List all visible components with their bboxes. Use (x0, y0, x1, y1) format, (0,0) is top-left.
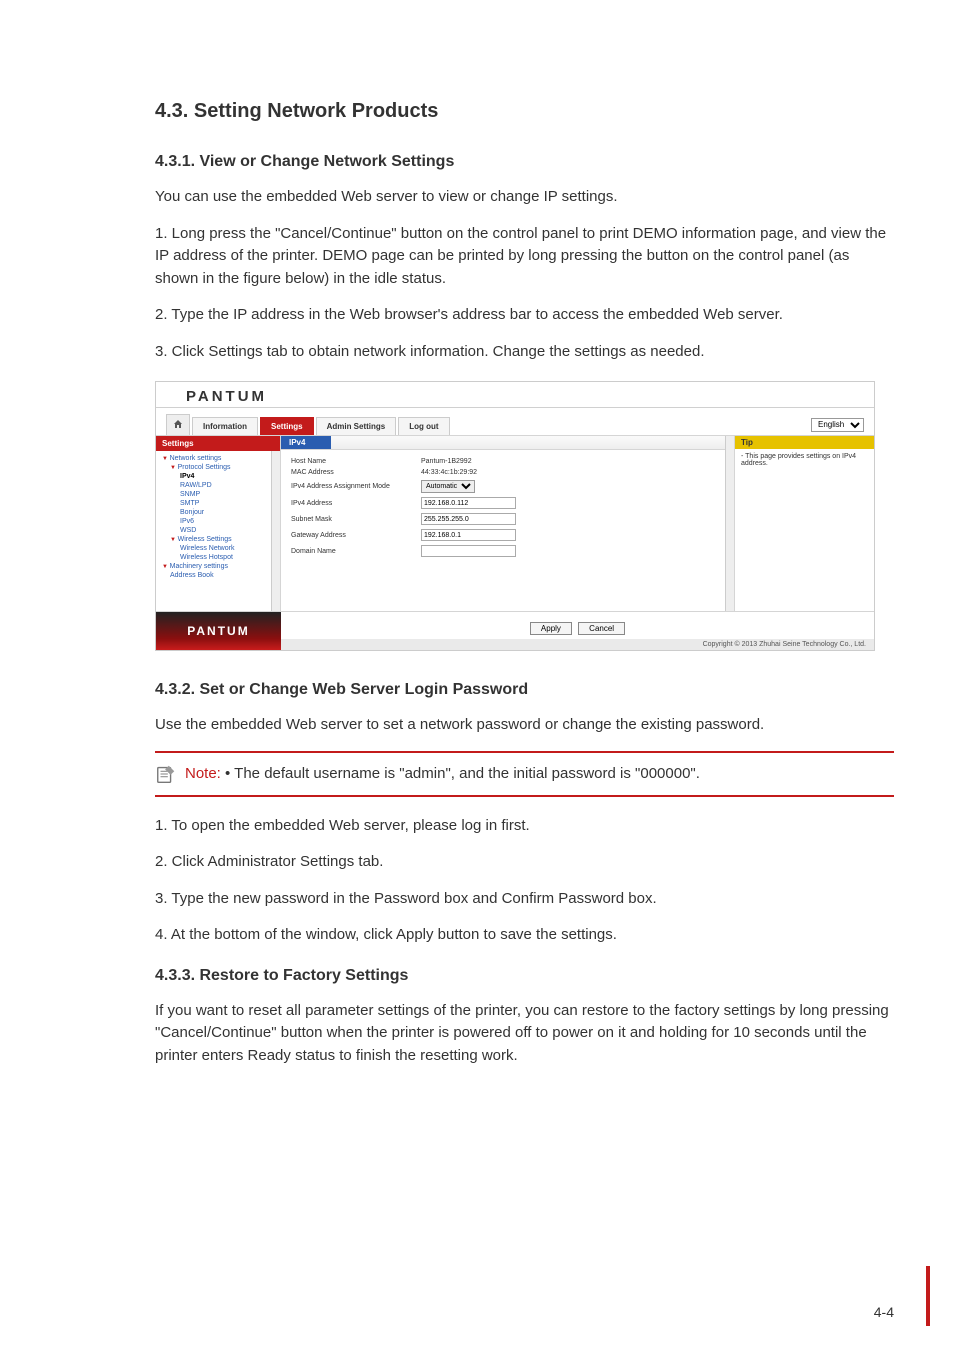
form-scrollbar[interactable] (725, 436, 734, 611)
tree-snmp[interactable]: SNMP (156, 490, 280, 499)
copyright-text: Copyright © 2013 Zhuhai Seine Technology… (281, 639, 874, 650)
label-ipv4-address: IPv4 Address (291, 500, 421, 507)
paragraph: 4. At the bottom of the window, click Ap… (155, 924, 894, 947)
page-number: 4-4 (874, 1304, 894, 1320)
input-gateway[interactable] (421, 529, 516, 541)
tab-home[interactable] (166, 414, 190, 435)
panel-body: Settings Network settings Protocol Setti… (156, 436, 874, 611)
paragraph: 2. Click Administrator Settings tab. (155, 851, 894, 874)
paragraph: If you want to reset all parameter setti… (155, 1000, 894, 1068)
home-icon (173, 419, 183, 429)
tree-network-settings[interactable]: Network settings (156, 454, 280, 463)
label-host-name: Host Name (291, 458, 421, 465)
tabs-left: Information Settings Admin Settings Log … (166, 414, 452, 435)
row-host-name: Host Name Pantum-1B2992 (291, 458, 724, 465)
brand-logo: PANTUM (186, 388, 267, 405)
paragraph: 3. Type the new password in the Password… (155, 888, 894, 911)
label-domain-name: Domain Name (291, 548, 421, 555)
tree-address-book[interactable]: Address Book (156, 571, 280, 580)
sidebar-scrollbar[interactable] (271, 451, 280, 611)
input-domain-name[interactable] (421, 545, 516, 557)
paragraph: You can use the embedded Web server to v… (155, 186, 894, 209)
sidebar-tree: Network settings Protocol Settings IPv4 … (156, 451, 280, 611)
row-mac: MAC Address 44:33:4c:1b:29:92 (291, 469, 724, 476)
tip-text: - This page provides settings on IPv4 ad… (735, 449, 874, 471)
value-host-name: Pantum-1B2992 (421, 458, 472, 465)
select-assignment-mode[interactable]: Automatic (421, 480, 475, 493)
footer-brand-logo: PANTUM (187, 624, 249, 638)
tabs-row: Information Settings Admin Settings Log … (156, 408, 874, 436)
tree-ipv4[interactable]: IPv4 (156, 472, 280, 481)
tab-logout[interactable]: Log out (398, 417, 449, 435)
language-select[interactable]: English (811, 418, 864, 432)
sidebar-header: Settings (156, 436, 280, 451)
note-block: Note: • The default username is "admin",… (155, 751, 894, 797)
note-icon (155, 763, 177, 785)
tab-admin-settings[interactable]: Admin Settings (316, 417, 397, 435)
apply-button[interactable]: Apply (530, 622, 572, 635)
tab-settings[interactable]: Settings (260, 417, 314, 435)
label-gateway: Gateway Address (291, 532, 421, 539)
form-header-row: IPv4 (281, 436, 734, 450)
tree-machinery-settings[interactable]: Machinery settings (156, 562, 280, 571)
row-gateway: Gateway Address (291, 529, 724, 541)
row-domain-name: Domain Name (291, 545, 724, 557)
brand-header: PANTUM (156, 382, 874, 408)
cancel-button[interactable]: Cancel (578, 622, 625, 635)
tree-wireless-hotspot[interactable]: Wireless Hotspot (156, 553, 280, 562)
input-subnet-mask[interactable] (421, 513, 516, 525)
tree-wireless-network[interactable]: Wireless Network (156, 544, 280, 553)
paragraph: Use the embedded Web server to set a net… (155, 714, 894, 737)
tip-header: Tip (735, 436, 874, 449)
tree-wireless-settings[interactable]: Wireless Settings (156, 535, 280, 544)
tree-protocol-settings[interactable]: Protocol Settings (156, 463, 280, 472)
heading-4-3-1: 4.3.1. View or Change Network Settings (155, 153, 894, 171)
label-assignment-mode: IPv4 Address Assignment Mode (291, 483, 421, 490)
web-ui-screenshot: PANTUM Information Settings Admin Settin… (155, 381, 875, 651)
page-accent-bar (926, 1266, 930, 1326)
row-subnet-mask: Subnet Mask (291, 513, 724, 525)
form-rows: Host Name Pantum-1B2992 MAC Address 44:3… (281, 450, 734, 565)
footer-brand-box: PANTUM (156, 612, 281, 650)
paragraph: 3. Click Settings tab to obtain network … (155, 341, 894, 364)
tip-panel: Tip - This page provides settings on IPv… (734, 436, 874, 611)
form-area: IPv4 Host Name Pantum-1B2992 MAC Address… (281, 436, 734, 611)
button-row: Apply Cancel (281, 612, 874, 639)
label-subnet-mask: Subnet Mask (291, 516, 421, 523)
paragraph: 2. Type the IP address in the Web browse… (155, 304, 894, 327)
row-assignment-mode: IPv4 Address Assignment Mode Automatic (291, 480, 724, 493)
tree-ipv6[interactable]: IPv6 (156, 517, 280, 526)
heading-4-3-2: 4.3.2. Set or Change Web Server Login Pa… (155, 681, 894, 699)
sidebar: Settings Network settings Protocol Setti… (156, 436, 281, 611)
footer-right: Apply Cancel Copyright © 2013 Zhuhai Sei… (281, 612, 874, 650)
tab-information[interactable]: Information (192, 417, 258, 435)
note-text: • The default username is "admin", and t… (225, 765, 700, 782)
main-area: IPv4 Host Name Pantum-1B2992 MAC Address… (281, 436, 874, 611)
paragraph: 1. To open the embedded Web server, plea… (155, 815, 894, 838)
tree-rawlpd[interactable]: RAW/LPD (156, 481, 280, 490)
footer-section: PANTUM Apply Cancel Copyright © 2013 Zhu… (156, 611, 874, 650)
tree-bonjour[interactable]: Bonjour (156, 508, 280, 517)
heading-4-3-3: 4.3.3. Restore to Factory Settings (155, 967, 894, 985)
note-label: Note: (185, 765, 225, 782)
row-ipv4-address: IPv4 Address (291, 497, 724, 509)
tree-smtp[interactable]: SMTP (156, 499, 280, 508)
label-mac: MAC Address (291, 469, 421, 476)
form-tab-ipv4: IPv4 (281, 436, 331, 449)
input-ipv4-address[interactable] (421, 497, 516, 509)
tree-wsd[interactable]: WSD (156, 526, 280, 535)
value-mac: 44:33:4c:1b:29:92 (421, 469, 477, 476)
paragraph: 1. Long press the "Cancel/Continue" butt… (155, 223, 894, 291)
heading-4-3: 4.3. Setting Network Products (155, 100, 894, 123)
